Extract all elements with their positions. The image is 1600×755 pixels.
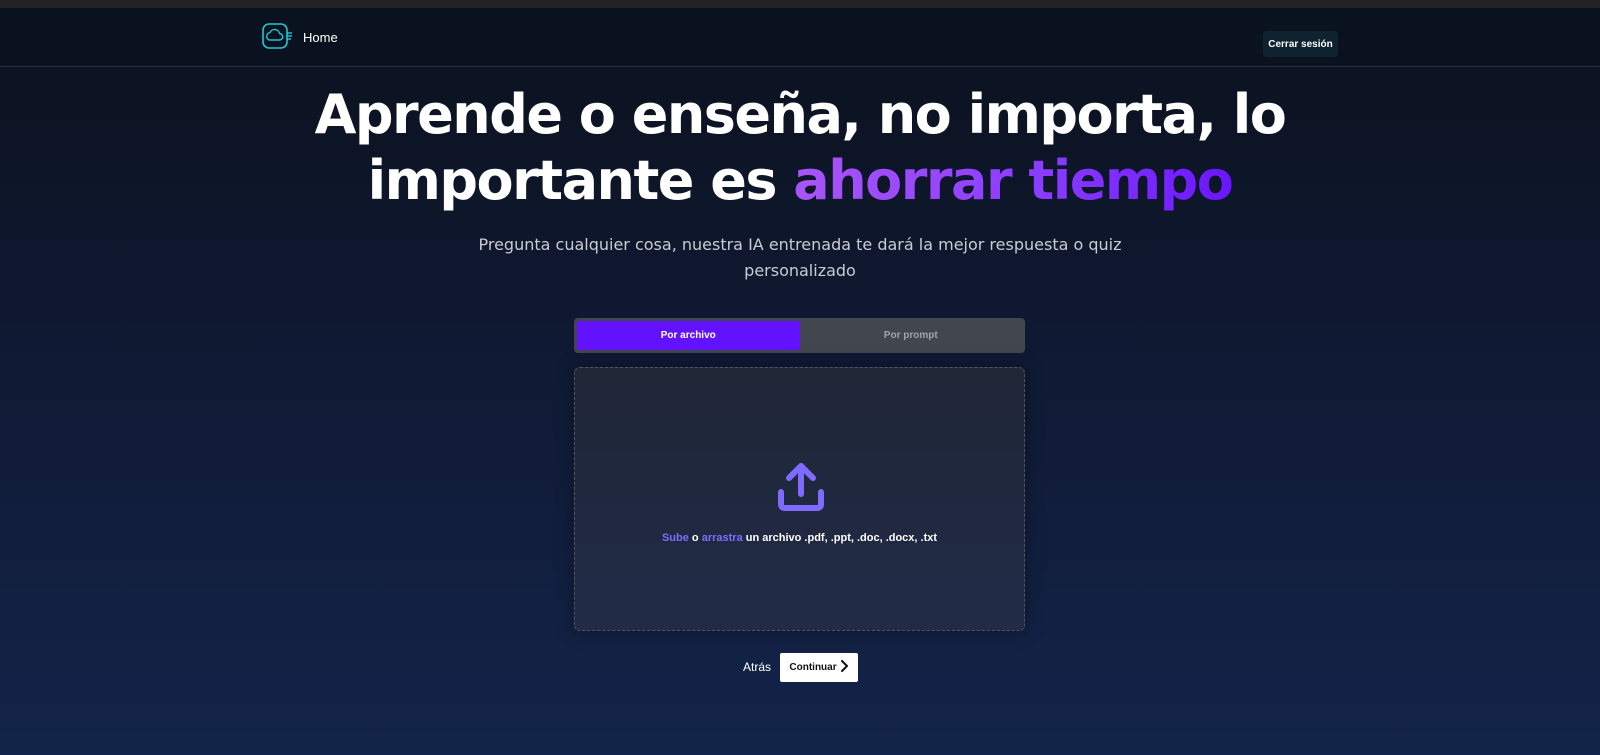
- back-link[interactable]: Atrás: [743, 660, 771, 674]
- drag-link[interactable]: arrastra: [702, 532, 743, 544]
- dropzone-connector: o: [688, 532, 702, 544]
- logout-button[interactable]: Cerrar sesión: [1263, 31, 1338, 57]
- dropzone-instructions: Sube o arrastra un archivo .pdf, .ppt, .…: [575, 532, 1024, 544]
- chevron-right-icon: [840, 660, 849, 675]
- cloud-book-icon[interactable]: [261, 22, 293, 54]
- continue-label: Continuar: [789, 662, 837, 673]
- upload-link[interactable]: Sube: [662, 532, 689, 544]
- navbar: Home Cerrar sesión: [0, 8, 1600, 67]
- tab-por-prompt[interactable]: Por prompt: [800, 321, 1023, 350]
- upload-icon: [775, 460, 827, 512]
- mode-tabs: Por archivo Por prompt: [574, 318, 1025, 353]
- hero-subtitle: Pregunta cualquier cosa, nuestra IA entr…: [478, 235, 1122, 280]
- tab-por-archivo[interactable]: Por archivo: [577, 321, 800, 350]
- hero-title-accent: ahorrar tiempo: [793, 149, 1234, 212]
- window-top-strip: [0, 0, 1600, 8]
- dropzone-formats: un archivo .pdf, .ppt, .doc, .docx, .txt: [742, 532, 938, 544]
- nav-home-link[interactable]: Home: [303, 30, 338, 45]
- file-dropzone[interactable]: Sube o arrastra un archivo .pdf, .ppt, .…: [574, 367, 1025, 631]
- continue-button[interactable]: Continuar: [780, 653, 858, 682]
- hero-title: Aprende o enseña, no importa, lo importa…: [300, 82, 1300, 214]
